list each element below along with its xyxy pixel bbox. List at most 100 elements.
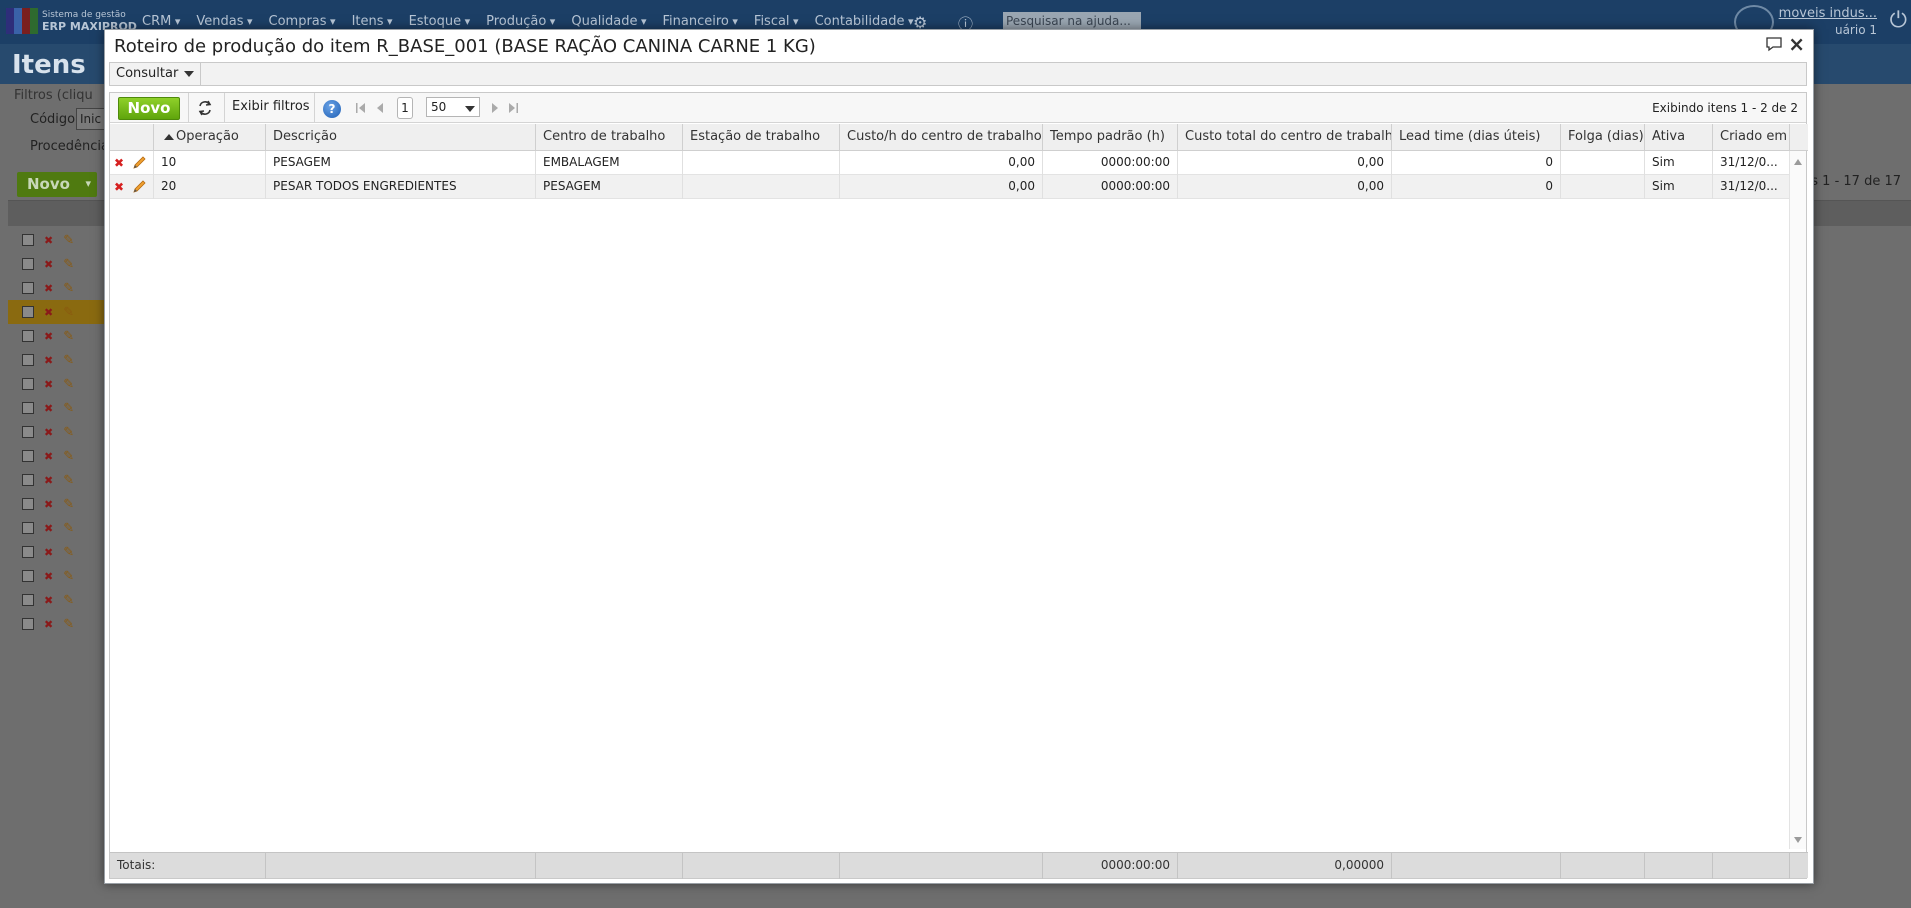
menu-compras[interactable]: Compras: [269, 14, 336, 29]
column-custo-total[interactable]: Custo total do centro de trabalho: [1178, 124, 1392, 151]
menu-contabilidade[interactable]: Contabilidade: [815, 14, 914, 29]
background-list-item[interactable]: ✖ ✎: [8, 468, 108, 492]
scroll-down-icon[interactable]: [1794, 837, 1802, 843]
background-list-item[interactable]: ✖ ✎: [8, 348, 108, 372]
pencil-icon[interactable]: ✎: [63, 593, 74, 608]
row-checkbox[interactable]: [22, 282, 34, 294]
pencil-icon[interactable]: ✎: [63, 569, 74, 584]
show-filters-button[interactable]: Exibir filtros: [232, 99, 310, 114]
delete-icon[interactable]: ✖: [44, 474, 53, 487]
delete-icon[interactable]: ✖: [44, 306, 53, 319]
pencil-icon[interactable]: ✎: [63, 377, 74, 392]
menu-vendas[interactable]: Vendas: [196, 14, 252, 29]
delete-icon[interactable]: ✖: [44, 546, 53, 559]
last-page-icon[interactable]: [507, 101, 519, 115]
row-checkbox[interactable]: [22, 426, 34, 438]
column-ativa[interactable]: Ativa: [1645, 124, 1713, 151]
menu-fiscal[interactable]: Fiscal: [754, 14, 799, 29]
column-criado-em[interactable]: Criado em: [1713, 124, 1790, 151]
column-centro-trabalho[interactable]: Centro de trabalho: [536, 124, 683, 151]
background-list-item[interactable]: ✖ ✎: [8, 228, 108, 252]
delete-icon[interactable]: ✖: [114, 156, 124, 170]
delete-icon[interactable]: ✖: [44, 594, 53, 607]
row-checkbox[interactable]: [22, 522, 34, 534]
background-new-button[interactable]: Novo: [17, 172, 97, 197]
comment-icon[interactable]: [1765, 36, 1783, 52]
pencil-icon[interactable]: ✎: [63, 521, 74, 536]
menu-financeiro[interactable]: Financeiro: [663, 14, 738, 29]
background-list-item[interactable]: ✖ ✎: [8, 564, 108, 588]
page-size-select[interactable]: 50: [426, 97, 480, 117]
background-list-item[interactable]: ✖ ✎: [8, 252, 108, 276]
vertical-scrollbar[interactable]: [1789, 151, 1806, 849]
delete-icon[interactable]: ✖: [44, 522, 53, 535]
delete-icon[interactable]: ✖: [44, 282, 53, 295]
background-list-item[interactable]: ✖ ✎: [8, 276, 108, 300]
help-icon[interactable]: ?: [323, 100, 341, 118]
menu-itens[interactable]: Itens: [352, 14, 393, 29]
menu-crm[interactable]: CRM: [142, 14, 180, 29]
row-checkbox[interactable]: [22, 594, 34, 606]
row-checkbox[interactable]: [22, 330, 34, 342]
background-list-item[interactable]: ✖ ✎: [8, 420, 108, 444]
delete-icon[interactable]: ✖: [44, 330, 53, 343]
pencil-icon[interactable]: ✎: [63, 305, 74, 320]
delete-icon[interactable]: ✖: [44, 354, 53, 367]
column-operacao[interactable]: Operação: [154, 124, 266, 151]
pencil-icon[interactable]: ✎: [63, 233, 74, 248]
column-folga[interactable]: Folga (dias): [1561, 124, 1645, 151]
pencil-icon[interactable]: [131, 179, 147, 195]
row-checkbox[interactable]: [22, 570, 34, 582]
pencil-icon[interactable]: [131, 155, 147, 171]
pencil-icon[interactable]: ✎: [63, 257, 74, 272]
table-row[interactable]: ✖ 20 PESAR TODOS ENGREDIENTES PESAGEM 0,…: [110, 175, 1790, 199]
pencil-icon[interactable]: ✎: [63, 545, 74, 560]
background-list-item[interactable]: ✖ ✎: [8, 372, 108, 396]
first-page-icon[interactable]: [355, 101, 367, 115]
dialog-titlebar[interactable]: Roteiro de produção do item R_BASE_001 (…: [105, 30, 1813, 62]
row-checkbox[interactable]: [22, 378, 34, 390]
row-checkbox[interactable]: [22, 258, 34, 270]
delete-icon[interactable]: ✖: [44, 618, 53, 631]
menu-estoque[interactable]: Estoque: [409, 14, 471, 29]
menu-producao[interactable]: Produção: [486, 14, 555, 29]
row-checkbox[interactable]: [22, 546, 34, 558]
row-checkbox[interactable]: [22, 618, 34, 630]
background-list-item[interactable]: ✖ ✎: [8, 612, 108, 636]
delete-icon[interactable]: ✖: [44, 258, 53, 271]
pencil-icon[interactable]: ✎: [63, 497, 74, 512]
pencil-icon[interactable]: ✎: [63, 449, 74, 464]
row-checkbox[interactable]: [22, 474, 34, 486]
refresh-icon[interactable]: [196, 99, 214, 117]
row-checkbox[interactable]: [22, 498, 34, 510]
background-list-item[interactable]: ✖ ✎: [8, 300, 108, 324]
delete-icon[interactable]: ✖: [44, 570, 53, 583]
pencil-icon[interactable]: ✎: [63, 473, 74, 488]
filters-legend[interactable]: Filtros (cliqu: [14, 88, 93, 103]
company-link[interactable]: moveis indus...: [1779, 6, 1877, 21]
row-checkbox[interactable]: [22, 354, 34, 366]
background-list-item[interactable]: ✖ ✎: [8, 588, 108, 612]
menu-qualidade[interactable]: Qualidade: [571, 14, 646, 29]
column-lead-time[interactable]: Lead time (dias úteis): [1392, 124, 1561, 151]
table-row[interactable]: ✖ 10 PESAGEM EMBALAGEM 0,00 0000:00:00 0…: [110, 151, 1790, 175]
delete-icon[interactable]: ✖: [114, 180, 124, 194]
pencil-icon[interactable]: ✎: [63, 401, 74, 416]
background-list-item[interactable]: ✖ ✎: [8, 492, 108, 516]
background-list-item[interactable]: ✖ ✎: [8, 444, 108, 468]
close-icon[interactable]: ×: [1788, 32, 1805, 56]
column-custo-hora[interactable]: Custo/h do centro de trabalho: [840, 124, 1043, 151]
scroll-up-icon[interactable]: [1794, 159, 1802, 165]
background-list-item[interactable]: ✖ ✎: [8, 540, 108, 564]
delete-icon[interactable]: ✖: [44, 450, 53, 463]
background-list-item[interactable]: ✖ ✎: [8, 396, 108, 420]
power-icon[interactable]: ⏻: [1890, 8, 1907, 33]
pencil-icon[interactable]: ✎: [63, 425, 74, 440]
row-checkbox[interactable]: [22, 306, 34, 318]
help-search-input[interactable]: Pesquisar na ajuda...: [1003, 12, 1141, 30]
column-tempo-padrao[interactable]: Tempo padrão (h): [1043, 124, 1178, 151]
delete-icon[interactable]: ✖: [44, 498, 53, 511]
pencil-icon[interactable]: ✎: [63, 353, 74, 368]
row-checkbox[interactable]: [22, 450, 34, 462]
pencil-icon[interactable]: ✎: [63, 617, 74, 632]
